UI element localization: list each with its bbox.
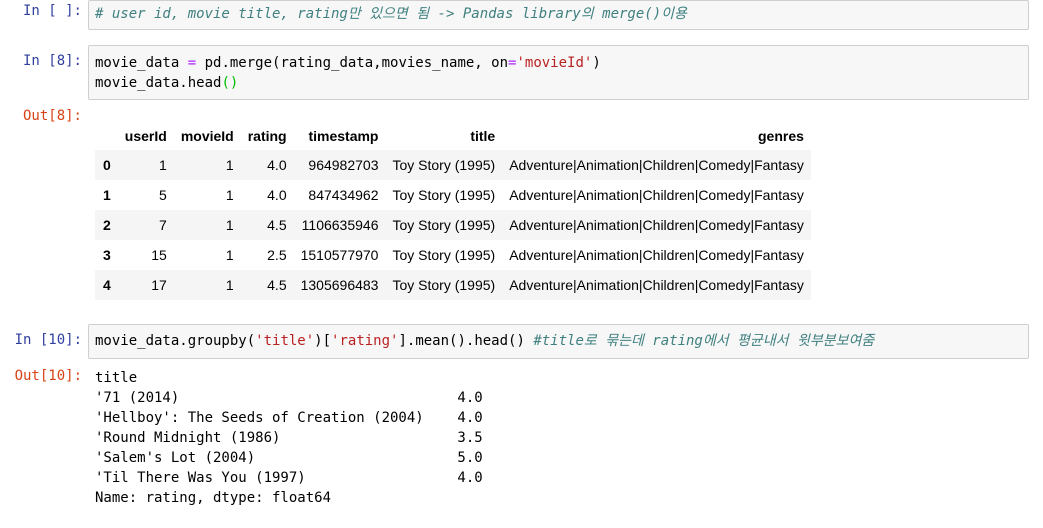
- table-cell: 1106635946: [301, 217, 379, 233]
- table-cell: 5: [159, 187, 167, 203]
- table-cell: 1: [225, 157, 234, 173]
- output-3-prompt: Out[10]:: [14, 368, 82, 384]
- output-line: 'Hellboy': The Seeds of Creation (2004) …: [95, 410, 483, 426]
- table-cell: 964982703: [308, 157, 379, 173]
- dataframe-header-row: userId movieId rating timestamp title ge…: [95, 122, 811, 150]
- code-comment: # user id, movie title, rating만 있으면 됨 ->…: [95, 6, 687, 22]
- table-cell: 1: [225, 247, 234, 263]
- code-operator: =: [187, 55, 197, 71]
- column-header: [95, 122, 118, 150]
- table-row: 2 7 1 4.5 1106635946 Toy Story (1995) Ad…: [95, 210, 811, 240]
- column-header: userId: [124, 128, 167, 144]
- cell-3-prompt: In [10]:: [14, 332, 82, 348]
- table-cell: 1: [159, 157, 167, 173]
- table-cell: Adventure|Animation|Children|Comedy|Fant…: [509, 187, 804, 203]
- table-cell: Toy Story (1995): [392, 277, 496, 293]
- table-cell: Toy Story (1995): [392, 187, 496, 203]
- code-token: movie_data.groupby(: [95, 333, 256, 349]
- table-cell: Adventure|Animation|Children|Comedy|Fant…: [509, 217, 804, 233]
- table-cell: 1: [225, 277, 234, 293]
- code-token: movie_data: [95, 55, 188, 71]
- code-paren: (): [221, 75, 239, 91]
- row-index: 0: [103, 157, 111, 173]
- table-cell: 1: [225, 217, 234, 233]
- code-string: 'movieId': [516, 55, 593, 71]
- table-row: 0 1 1 4.0 964982703 Toy Story (1995) Adv…: [95, 150, 811, 180]
- cell-2-prompt: In [8]:: [22, 53, 82, 69]
- output-line: '71 (2014) 4.0: [95, 390, 483, 406]
- output-line: Name: rating, dtype: float64: [95, 490, 332, 506]
- code-cell-3[interactable]: movie_data.groupby('title')['rating'].me…: [88, 324, 1029, 359]
- code-cell-2[interactable]: movie_data = pd.merge(rating_data,movies…: [88, 45, 1029, 100]
- code-comment: #title로 묶는데 rating에서 평균내서 윗부분보여줌: [533, 333, 875, 349]
- code-token: ): [592, 55, 601, 71]
- code-token: movie_data.head: [95, 75, 222, 91]
- column-header: title: [470, 128, 496, 144]
- table-row: 3 15 1 2.5 1510577970 Toy Story (1995) A…: [95, 240, 811, 270]
- code-token: pd.merge(rating_data,movies_name, on: [196, 55, 509, 71]
- row-index: 1: [103, 187, 111, 203]
- table-cell: 4.0: [267, 157, 287, 173]
- table-cell: 1: [225, 187, 234, 203]
- output-line: title: [95, 370, 138, 386]
- table-cell: Adventure|Animation|Children|Comedy|Fant…: [509, 157, 804, 173]
- table-cell: 7: [159, 217, 167, 233]
- column-header: rating: [247, 128, 287, 144]
- series-output: title '71 (2014) 4.0 'Hellboy': The Seed…: [95, 368, 483, 508]
- table-cell: 1510577970: [300, 247, 379, 263]
- code-cell-1[interactable]: # user id, movie title, rating만 있으면 됨 ->…: [88, 0, 1029, 30]
- column-header: movieId: [180, 128, 234, 144]
- code-token: )[: [314, 333, 332, 349]
- code-cell-3-source[interactable]: movie_data.groupby('title')['rating'].me…: [95, 331, 874, 351]
- table-row: 4 17 1 4.5 1305696483 Toy Story (1995) A…: [95, 270, 811, 300]
- row-index: 2: [103, 217, 111, 233]
- table-cell: Adventure|Animation|Children|Comedy|Fant…: [509, 247, 804, 263]
- column-header: genres: [757, 128, 804, 144]
- table-cell: 4.0: [267, 187, 287, 203]
- code-cell-2-source[interactable]: movie_data = pd.merge(rating_data,movies…: [95, 53, 601, 93]
- row-index: 3: [103, 247, 111, 263]
- output-line: 'Til There Was You (1997) 4.0: [95, 470, 483, 486]
- table-cell: 847434962: [308, 187, 379, 203]
- column-header: timestamp: [308, 128, 379, 144]
- code-string: 'title': [255, 333, 315, 349]
- table-cell: 2.5: [267, 247, 287, 263]
- table-cell: Toy Story (1995): [392, 247, 496, 263]
- table-cell: Toy Story (1995): [392, 217, 496, 233]
- dataframe-output: userId movieId rating timestamp title ge…: [95, 122, 811, 300]
- output-2-prompt: Out[8]:: [22, 108, 82, 124]
- table-row: 1 5 1 4.0 847434962 Toy Story (1995) Adv…: [95, 180, 811, 210]
- table-cell: 4.5: [267, 217, 287, 233]
- output-line: 'Salem's Lot (2004) 5.0: [95, 450, 483, 466]
- table-cell: Adventure|Animation|Children|Comedy|Fant…: [509, 277, 804, 293]
- table-cell: 4.5: [267, 277, 287, 293]
- table-cell: 17: [151, 277, 167, 293]
- code-token: ].mean().head(): [398, 333, 534, 349]
- cell-1-prompt: In [ ]:: [22, 3, 82, 19]
- code-string: 'rating': [331, 333, 399, 349]
- output-line: 'Round Midnight (1986) 3.5: [95, 430, 483, 446]
- table-cell: Toy Story (1995): [392, 157, 496, 173]
- table-cell: 15: [151, 247, 167, 263]
- row-index: 4: [103, 277, 111, 293]
- code-cell-1-source[interactable]: # user id, movie title, rating만 있으면 됨 ->…: [95, 4, 687, 24]
- table-cell: 1305696483: [300, 277, 379, 293]
